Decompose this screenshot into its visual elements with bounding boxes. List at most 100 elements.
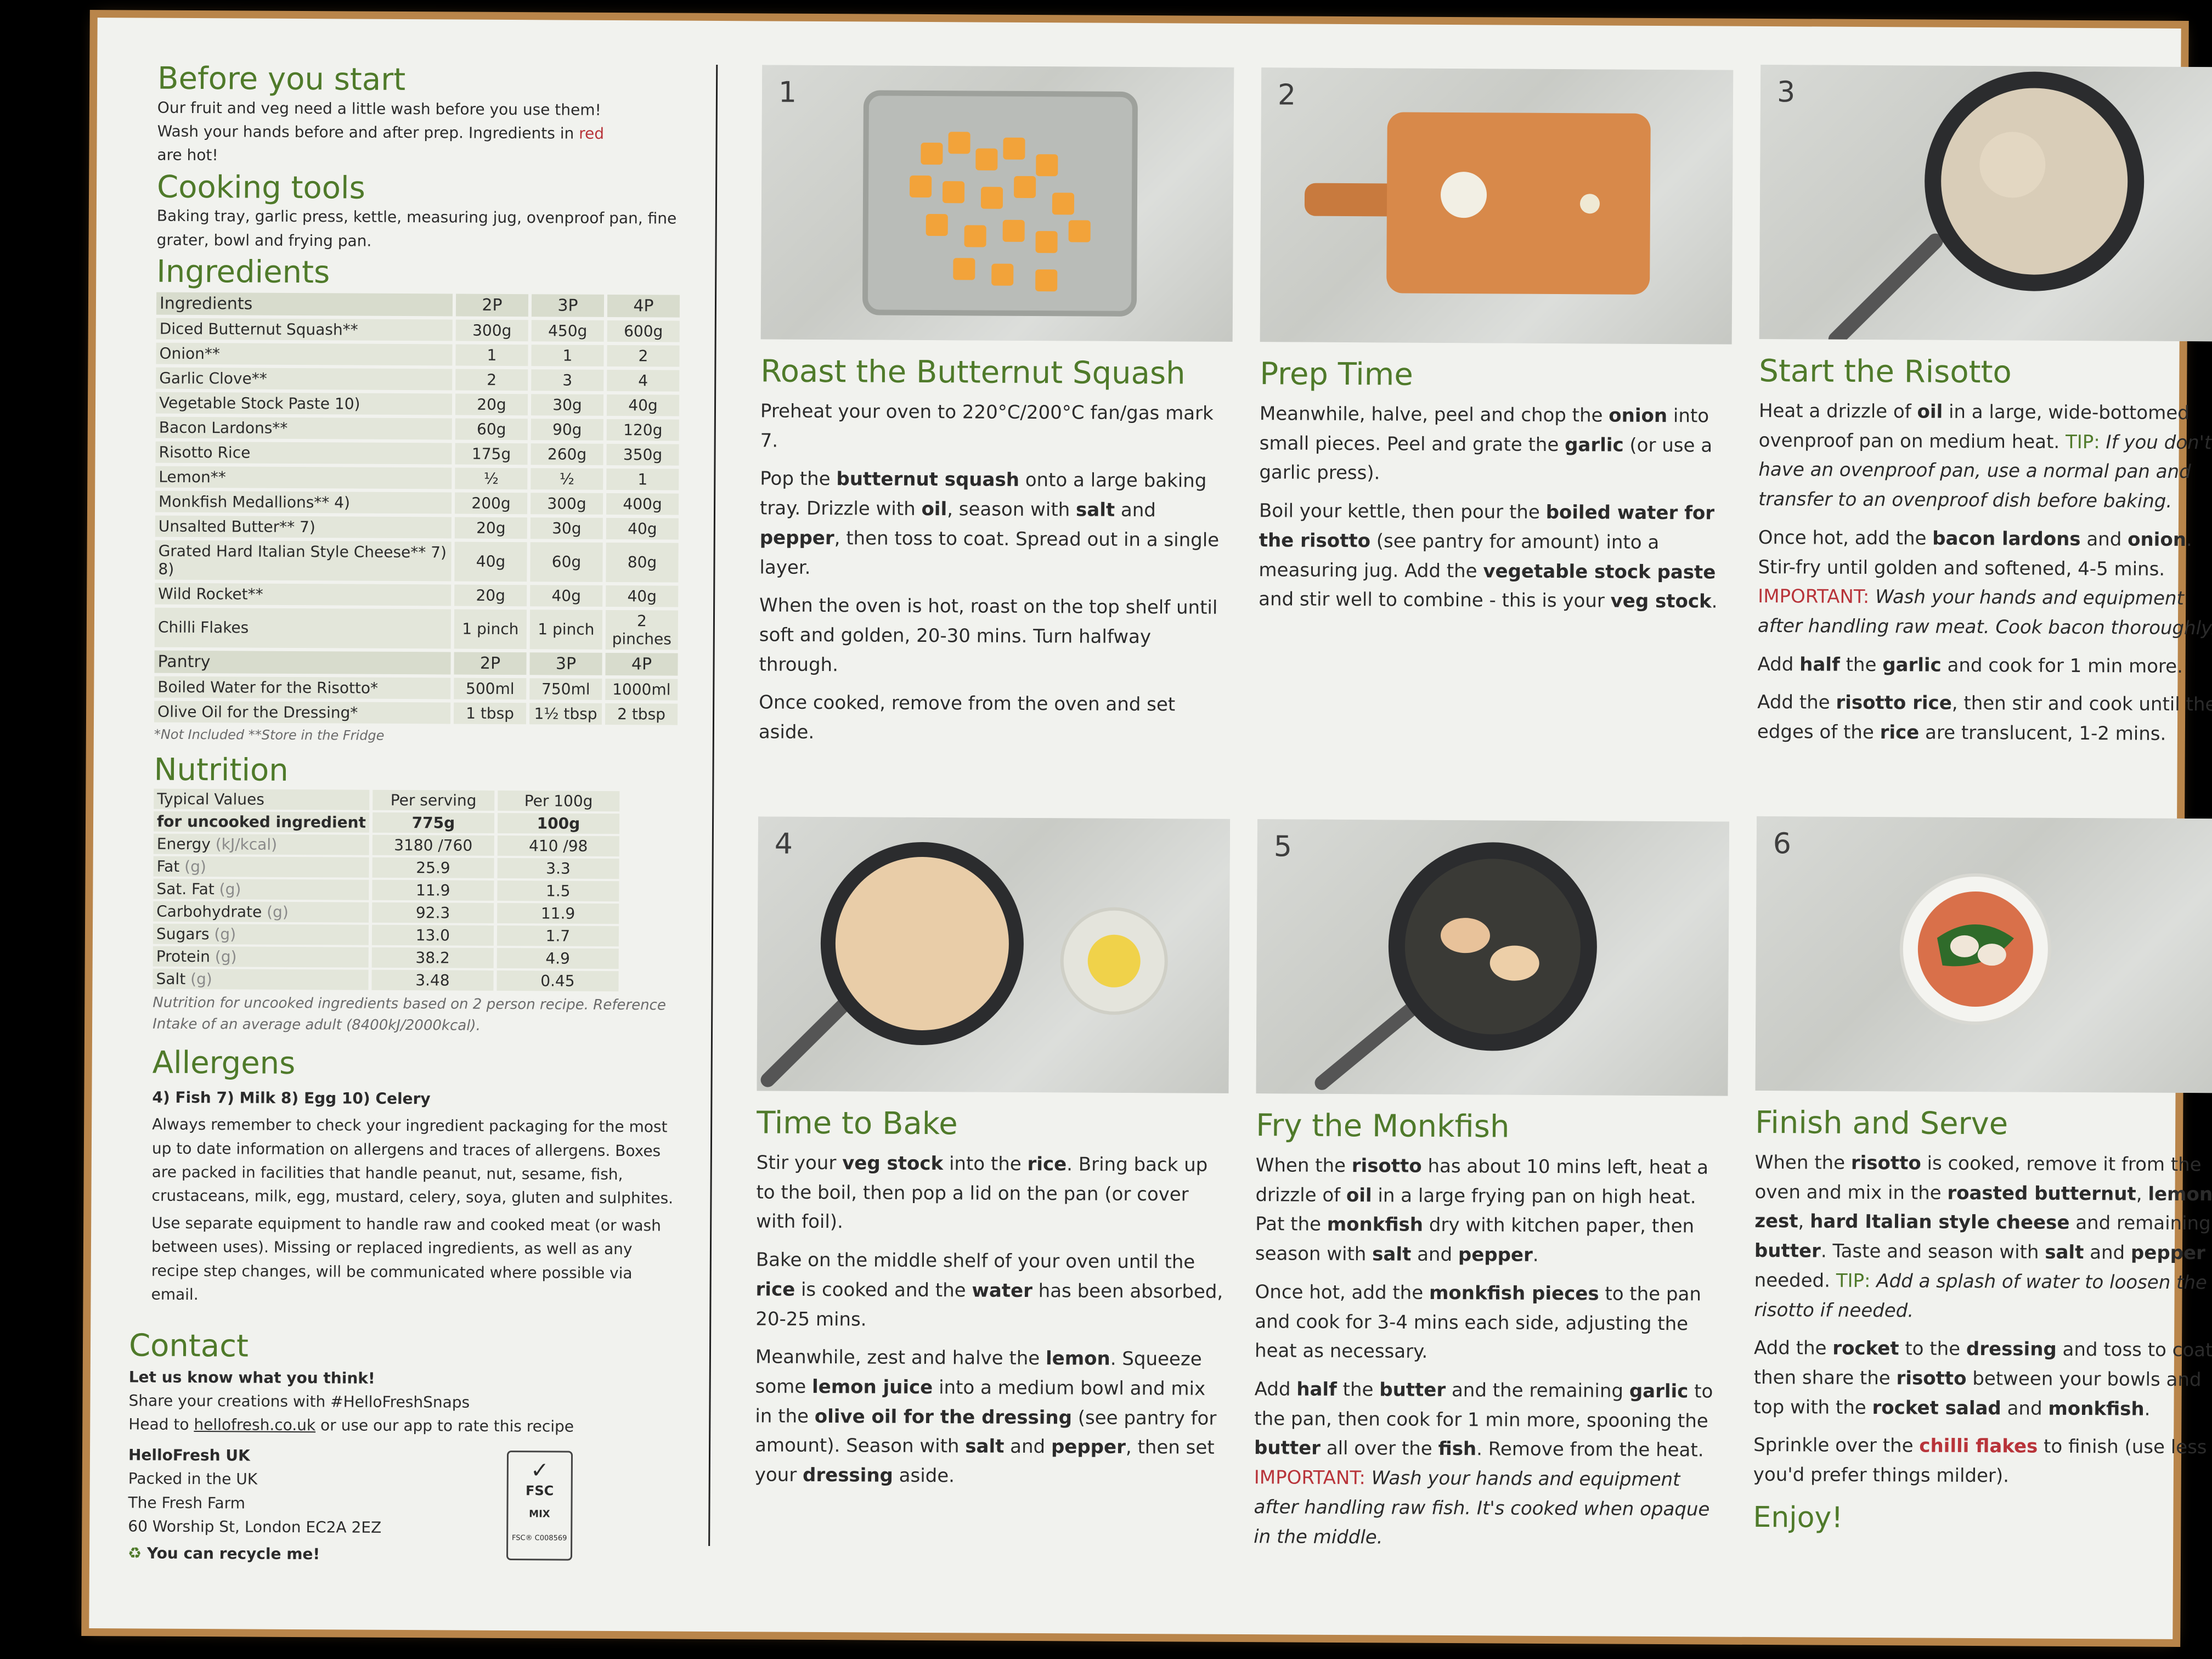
pantry-row: Olive Oil for the Dressing* 1 tbsp 1½ tbsp… <box>154 701 678 725</box>
ingredient-qty: 20g <box>455 393 528 415</box>
ingredient-qty: 450g <box>531 319 604 342</box>
step-6-p1: When the risotto is cooked, remove it fr… <box>1754 1151 2212 1322</box>
nutrition-row: Salt (g) 3.48 0.45 <box>153 968 619 992</box>
nutrition-value: 4.9 <box>496 948 619 969</box>
step-3-p1: Heat a drizzle of oil in a large, wide-b… <box>1758 399 2212 513</box>
step-2-p1: Meanwhile, halve, peel and chop the onio… <box>1259 403 1713 484</box>
step-4-p1: Stir your veg stock into the rice. Bring… <box>756 1152 1208 1233</box>
step-1-p4: Once cooked, remove from the oven and se… <box>758 691 1176 744</box>
allergens-text: Always remember to check your ingredient… <box>151 1115 674 1208</box>
ingredient-name: Vegetable Stock Paste 10) <box>155 392 453 415</box>
ingredient-qty: 40g <box>454 541 527 582</box>
ingredient-qty: 200g <box>454 492 528 514</box>
step-6-photo: 6 <box>1755 816 2212 1093</box>
pantry-row: Boiled Water for the Risotto* 500ml 750ml 1… <box>154 676 678 701</box>
column-divider <box>708 64 718 1546</box>
ingredient-qty: 500ml <box>454 678 527 699</box>
ingredients-header-row: Ingredients 2P 3P 4P <box>156 292 680 318</box>
ingredient-qty: 4 <box>607 369 680 392</box>
company-name: HelloFresh UK <box>128 1446 250 1465</box>
ingredient-qty: 90g <box>531 418 603 441</box>
nutrition-value: 3180 /760 <box>372 835 494 856</box>
company-block: HelloFresh UK Packed in the UK The Fresh… <box>128 1443 573 1567</box>
ingredient-name: Monkfish Medallions** 4) <box>155 490 452 514</box>
step-4-title: Time to Bake <box>757 1105 958 1142</box>
ingredient-name: Bacon Lardons** <box>155 416 452 440</box>
contact-heading: Contact <box>128 1328 249 1364</box>
step-5-photo: 5 <box>1256 819 1730 1096</box>
step-5: 5 Fry the Monkfish When the risotto has … <box>1254 819 1730 1563</box>
step-2-photo: 2 <box>1260 67 1734 345</box>
step-4-number: 4 <box>774 827 793 861</box>
ingredient-qty: 120g <box>606 419 679 441</box>
step-3: 3 Start the Risotto Heat a drizzle of oi… <box>1757 64 2212 758</box>
ingredient-qty: 3 <box>531 369 604 391</box>
step-3-p2: Once hot, add the bacon lardons and onio… <box>1757 526 2212 640</box>
address-line-1: Packed in the UK <box>128 1469 258 1488</box>
nutrition-row: Sugars (g) 13.0 1.7 <box>153 923 619 947</box>
nutrition-value: Per 100g <box>498 791 620 812</box>
ingredient-qty: 1 tbsp <box>453 702 527 724</box>
ingredient-qty: 1 <box>531 344 604 366</box>
ingredient-qty: 2 <box>455 369 528 391</box>
ingredient-name: Diced Butternut Squash** <box>156 318 453 341</box>
address-line-2: The Fresh Farm <box>128 1493 246 1513</box>
nutrition-value: 25.9 <box>372 857 494 879</box>
ingredient-qty: 40g <box>606 517 679 540</box>
step-4-photo: 4 <box>757 816 1231 1093</box>
ingredient-qty: 260g <box>531 443 603 465</box>
contact-section: Contact Let us know what you think! Shar… <box>128 1328 656 1568</box>
nutrition-value: 11.9 <box>372 880 494 901</box>
nutrition-value: 38.2 <box>371 947 494 969</box>
ingredient-row: Grated Hard Italian Style Cheese** 7) 8)… <box>155 540 679 583</box>
ingredient-qty: 2 tbsp <box>605 703 678 725</box>
hellofresh-link[interactable]: hellofresh.co.uk <box>194 1415 315 1434</box>
step-4: 4 Time to Bake Stir your veg stock into … <box>755 816 1231 1501</box>
ingredient-qty: 2 <box>607 345 680 367</box>
nutrition-label: Sugars (g) <box>153 923 369 946</box>
nutrition-heading: Nutrition <box>154 752 289 788</box>
ingredient-qty: 2P <box>455 294 529 317</box>
ingredient-row: Diced Butternut Squash** 300g 450g 600g <box>156 318 680 342</box>
nutrition-label: Salt (g) <box>153 968 369 991</box>
nutrition-value: 1.5 <box>497 881 619 902</box>
nutrition-value: 100g <box>497 813 620 834</box>
step-6-p3: Sprinkle over the chilli flakes to finis… <box>1753 1434 2212 1487</box>
ingredient-qty: 4P <box>605 652 678 676</box>
tree-icon: ✓ <box>530 1458 549 1483</box>
step-2-title: Prep Time <box>1260 356 1413 393</box>
step-1-p2: Pop the butternut squash onto a large ba… <box>759 467 1220 579</box>
ingredient-row: Bacon Lardons** 60g 90g 120g <box>155 416 679 441</box>
nutrition-value: 11.9 <box>496 903 619 924</box>
monkfish-pan-image <box>1314 842 1597 1090</box>
nutrition-note: Nutrition for uncooked ingredients based… <box>153 994 666 1035</box>
nutrition-row: Carbohydrate (g) 92.3 11.9 <box>153 901 619 924</box>
ingredient-qty: 600g <box>607 320 680 342</box>
step-4-p3: Meanwhile, zest and halve the lemon. Squ… <box>754 1346 1217 1487</box>
recycle-icon: ♻ <box>127 1544 142 1562</box>
ingredient-qty: 1 <box>455 344 528 366</box>
left-column: Before you start Our fruit and veg need … <box>151 61 684 1312</box>
nutrition-value: 13.0 <box>371 925 494 946</box>
ingredient-row: Chilli Flakes 1 pinch 1 pinch 2 pinches <box>154 607 679 650</box>
ingredient-name: Chilli Flakes <box>154 607 452 649</box>
step-2-number: 2 <box>1277 78 1296 112</box>
ingredient-qty: 60g <box>455 418 528 440</box>
ingredient-name: Onion** <box>156 342 453 366</box>
enjoy-text: Enjoy! <box>1753 1500 1843 1534</box>
ingredient-qty: 60g <box>530 541 603 582</box>
ingredient-qty: ½ <box>531 467 603 490</box>
step-1-number: 1 <box>778 76 797 109</box>
step-1: 1 Roast the Butternut Squash Preheat you… <box>759 65 1234 758</box>
baking-tray-squash-image <box>862 90 1138 317</box>
nutrition-label: for uncooked ingredient <box>153 811 370 833</box>
ingredient-row: Garlic Clove** 2 3 4 <box>156 367 680 392</box>
ingredient-name: Olive Oil for the Dressing* <box>154 701 451 724</box>
ingredient-name: Ingredients <box>156 292 453 317</box>
step-5-p1: When the risotto has about 10 mins left,… <box>1255 1154 1709 1267</box>
ingredient-qty: 2 pinches <box>605 610 679 650</box>
ingredient-qty: 750ml <box>529 678 602 700</box>
step-5-p2: Once hot, add the monkfish pieces to the… <box>1254 1281 1702 1363</box>
ingredient-qty: 40g <box>606 394 680 416</box>
ingredient-name: Wild Rocket** <box>155 583 452 606</box>
